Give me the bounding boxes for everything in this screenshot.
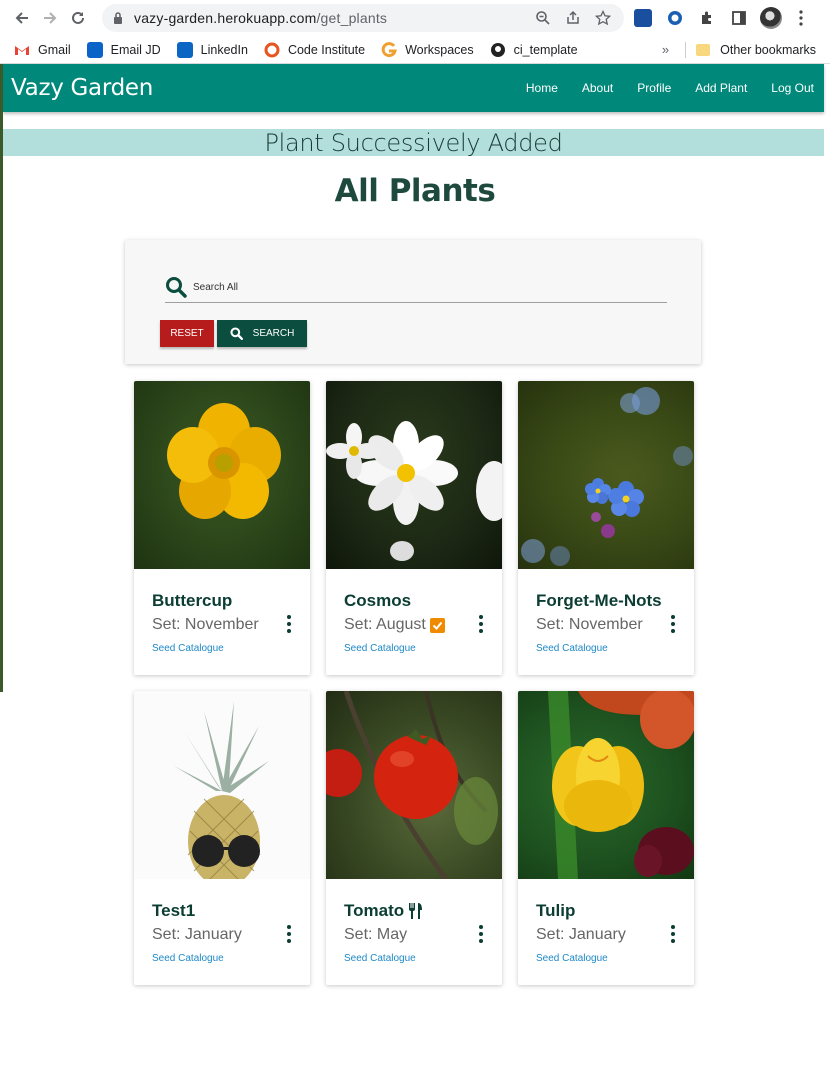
linkedin-icon (176, 41, 193, 58)
bookmarks-overflow-button[interactable]: » (662, 42, 669, 57)
extension-password-icon[interactable] (662, 5, 688, 31)
plant-set-month: Set: August (344, 616, 484, 634)
plant-name[interactable]: Forget-Me-Nots (536, 591, 676, 611)
search-button-label: Search (252, 328, 295, 339)
share-icon[interactable] (562, 7, 584, 29)
search-icon (166, 277, 187, 298)
profile-avatar[interactable] (760, 7, 782, 29)
card-content: Tomato Set: May Seed Catalogue (326, 879, 502, 964)
reload-icon[interactable] (64, 4, 92, 32)
plant-grid: Buttercup Set: November Seed Catalogue C… (134, 381, 694, 985)
plant-set-month: Set: May (344, 926, 408, 943)
plant-set-month: Set: January (152, 926, 242, 943)
plant-set-month: Set: November (152, 616, 259, 633)
gmail-icon (15, 45, 29, 55)
search-icon (230, 327, 243, 340)
plant-name: Tomato (344, 901, 484, 921)
plant-card: Cosmos Set: August Seed Catalogue (326, 381, 502, 675)
nav-link-profile[interactable]: Profile (637, 81, 671, 95)
lock-icon (114, 12, 122, 24)
plant-card: Tulip Set: January Seed Catalogue (518, 691, 694, 985)
plant-name[interactable]: Tulip (536, 901, 676, 921)
puzzle-icon[interactable] (694, 5, 720, 31)
more-vert-icon[interactable] (670, 925, 676, 943)
bookmark-gmail[interactable]: Gmail (14, 42, 71, 58)
nav-menu: Home About Profile Add Plant Log Out (502, 81, 814, 95)
github-icon (490, 42, 505, 57)
browser-menu-icon[interactable] (788, 5, 814, 31)
plant-set-month: Set: November (536, 616, 643, 633)
brand-logo[interactable]: Vazy Garden (11, 75, 153, 101)
extension-shield-icon[interactable] (630, 5, 656, 31)
plant-image-forget-me-nots (518, 381, 694, 569)
seed-catalogue-link[interactable]: Seed Catalogue (152, 953, 292, 964)
plant-image-buttercup (134, 381, 310, 569)
code-institute-icon (264, 42, 280, 57)
bookmark-code-institute[interactable]: Code Institute (264, 42, 365, 58)
bookmark-email-jd[interactable]: Email JD (86, 41, 161, 58)
bookmark-linkedin[interactable]: LinkedIn (176, 41, 248, 58)
card-content: Tulip Set: January Seed Catalogue (518, 879, 694, 964)
bookmarks-divider (685, 41, 687, 58)
plant-set-month: Set: January (536, 926, 626, 943)
more-vert-icon[interactable] (478, 925, 484, 943)
reset-button[interactable]: Reset (160, 320, 214, 347)
seed-catalogue-link[interactable]: Seed Catalogue (536, 953, 676, 964)
window-edge (0, 64, 3, 692)
seed-catalogue-link[interactable]: Seed Catalogue (344, 953, 484, 964)
plant-name[interactable]: Cosmos (344, 591, 484, 611)
search-input[interactable] (193, 281, 325, 293)
plant-name[interactable]: Test1 (152, 901, 292, 921)
site-navbar: Vazy Garden Home About Profile Add Plant… (3, 64, 824, 112)
zoom-icon[interactable] (532, 7, 554, 29)
flash-message: Plant Successively Added (3, 129, 824, 157)
address-bar[interactable]: vazy-garden.herokuapp.com/get_plants (102, 4, 624, 32)
seed-catalogue-link[interactable]: Seed Catalogue (536, 643, 676, 654)
plant-card: Test1 Set: January Seed Catalogue (134, 691, 310, 985)
plant-name[interactable]: Buttercup (152, 591, 292, 611)
side-panel-icon[interactable] (726, 5, 752, 31)
card-content: Buttercup Set: November Seed Catalogue (134, 569, 310, 654)
bookmark-workspaces[interactable]: Workspaces (381, 41, 474, 58)
card-content: Test1 Set: January Seed Catalogue (134, 879, 310, 964)
search-button[interactable]: Search (217, 320, 307, 347)
search-card: Reset Search (125, 240, 701, 364)
more-vert-icon[interactable] (286, 615, 292, 633)
page-title: All Plants (334, 173, 496, 209)
star-icon[interactable] (592, 7, 614, 29)
plant-image-pineapple (134, 691, 310, 879)
workspaces-icon (381, 41, 397, 57)
plant-card: Forget-Me-Nots Set: November Seed Catalo… (518, 381, 694, 675)
more-vert-icon[interactable] (478, 615, 484, 633)
forward-arrow-icon[interactable] (36, 4, 64, 32)
nav-link-log-out[interactable]: Log Out (771, 81, 814, 95)
card-content: Forget-Me-Nots Set: November Seed Catalo… (518, 569, 694, 654)
plant-image-tulip (518, 691, 694, 879)
other-bookmarks-folder[interactable]: Other bookmarks (696, 43, 816, 57)
plant-image-tomato (326, 691, 502, 879)
check-icon (429, 617, 445, 633)
nav-link-add-plant[interactable]: Add Plant (695, 81, 747, 95)
nav-link-about[interactable]: About (582, 81, 613, 95)
card-content: Cosmos Set: August Seed Catalogue (326, 569, 502, 654)
bookmarks-bar: Gmail Email JD LinkedIn Code Institute W… (0, 36, 830, 64)
url-text: vazy-garden.herokuapp.com/get_plants (134, 10, 388, 26)
utensils-icon (409, 903, 423, 919)
plant-image-cosmos (326, 381, 502, 569)
search-field (165, 272, 667, 303)
more-vert-icon[interactable] (286, 925, 292, 943)
plant-card: Tomato Set: May Seed Catalogue (326, 691, 502, 985)
browser-toolbar: vazy-garden.herokuapp.com/get_plants (0, 0, 830, 36)
plant-card: Buttercup Set: November Seed Catalogue (134, 381, 310, 675)
seed-catalogue-link[interactable]: Seed Catalogue (152, 643, 292, 654)
nav-link-home[interactable]: Home (526, 81, 558, 95)
page-viewport: Vazy Garden Home About Profile Add Plant… (0, 64, 830, 1071)
folder-icon (696, 43, 711, 56)
more-vert-icon[interactable] (670, 615, 676, 633)
back-arrow-icon[interactable] (8, 4, 36, 32)
bookmark-ci-template[interactable]: ci_template (490, 42, 578, 58)
seed-catalogue-link[interactable]: Seed Catalogue (344, 643, 484, 654)
outlook-icon (86, 41, 103, 58)
